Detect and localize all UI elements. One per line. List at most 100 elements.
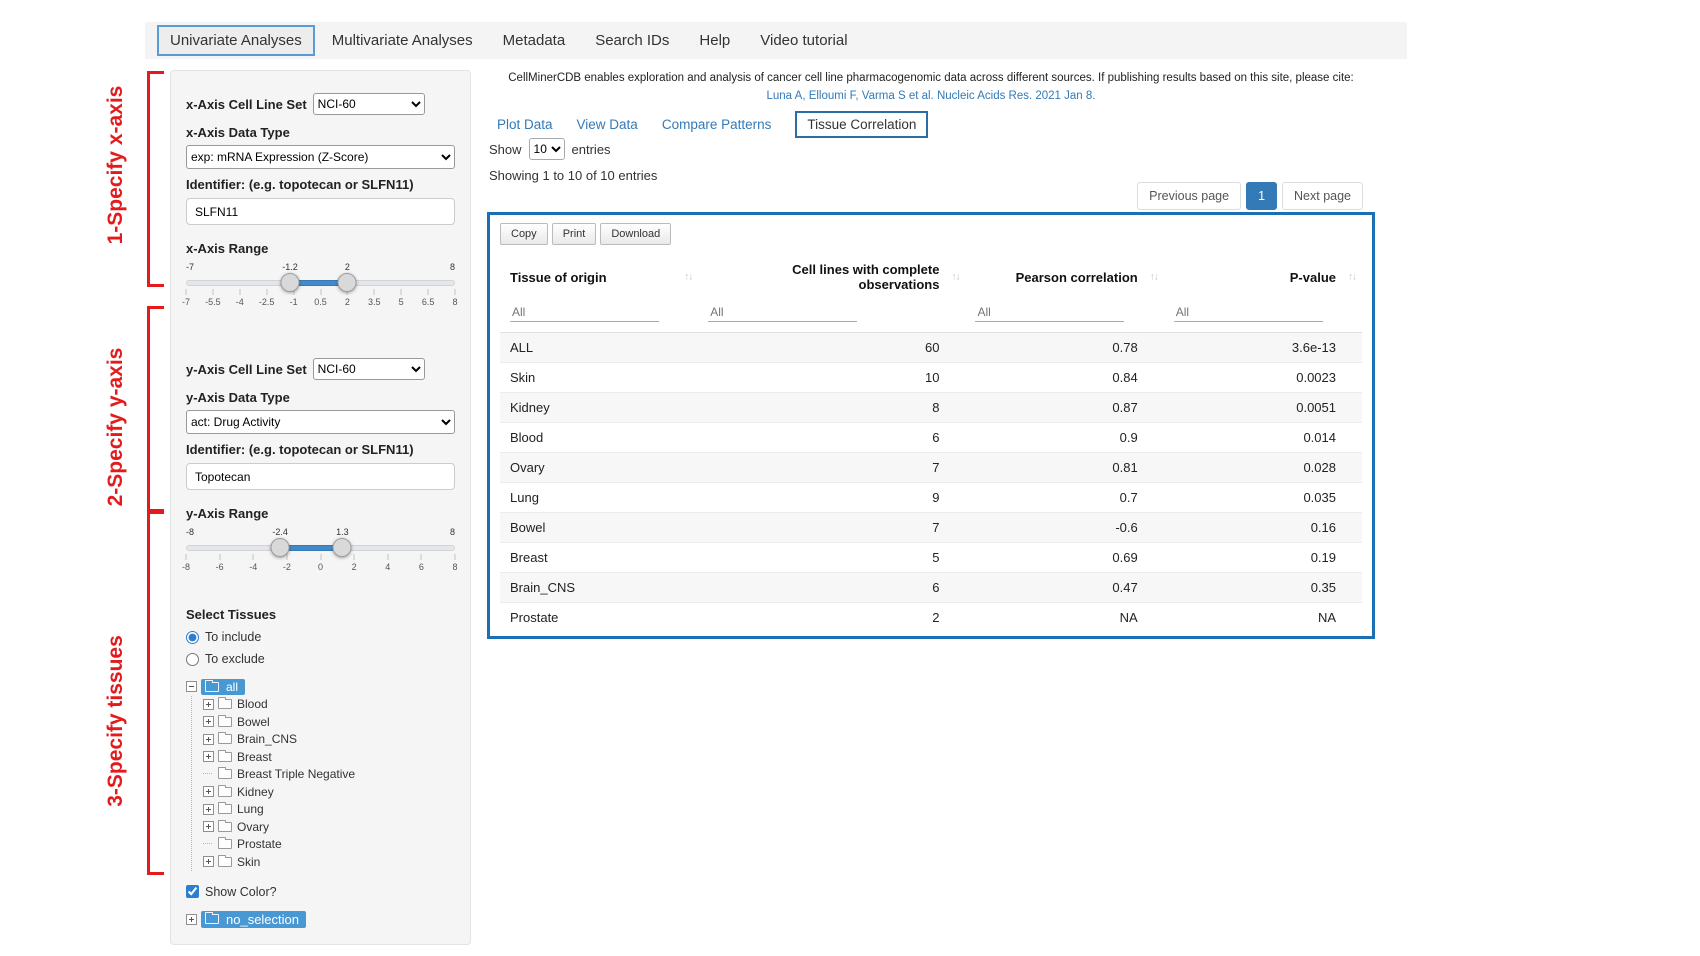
column-header-p-value[interactable]: P-value ↑↓ bbox=[1164, 253, 1362, 301]
to-exclude-option[interactable]: To exclude bbox=[186, 652, 455, 666]
y-cell-line-set-select[interactable]: NCI-60 bbox=[313, 358, 425, 380]
expand-icon[interactable] bbox=[203, 751, 214, 762]
tree-no-selection[interactable]: no_selection bbox=[186, 911, 455, 929]
sort-icon[interactable]: ↑↓ bbox=[951, 272, 959, 283]
cell-tissue: Breast bbox=[500, 543, 698, 573]
y-data-type-select[interactable]: act: Drug Activity bbox=[186, 410, 455, 434]
y-identifier-input[interactable] bbox=[186, 463, 455, 490]
filter-input-pearson-correlation[interactable] bbox=[975, 303, 1124, 322]
sort-icon[interactable]: ↑↓ bbox=[1348, 272, 1356, 283]
tree-root-chip[interactable]: all bbox=[201, 679, 245, 695]
expand-icon[interactable] bbox=[203, 716, 214, 727]
tree-item-breast[interactable]: Breast bbox=[203, 748, 455, 766]
expand-icon[interactable] bbox=[203, 804, 214, 815]
slider-from-label: -2.4 bbox=[272, 527, 288, 537]
table-row-kidney[interactable]: Kidney80.870.0051 bbox=[500, 393, 1362, 423]
nav-tab-search-ids[interactable]: Search IDs bbox=[582, 25, 682, 56]
slider-tick bbox=[374, 289, 375, 295]
cell-value: 7 bbox=[698, 453, 965, 483]
tree-item-bowel[interactable]: Bowel bbox=[203, 713, 455, 731]
next-page-button[interactable]: Next page bbox=[1282, 182, 1363, 210]
table-row-brain-cns[interactable]: Brain_CNS60.470.35 bbox=[500, 573, 1362, 603]
cell-value: 0.78 bbox=[965, 333, 1163, 363]
sort-icon[interactable]: ↑↓ bbox=[684, 272, 692, 283]
tree-item-prostate[interactable]: Prostate bbox=[203, 836, 455, 854]
tab-compare-patterns[interactable]: Compare Patterns bbox=[662, 117, 772, 132]
tree-item-kidney[interactable]: Kidney bbox=[203, 783, 455, 801]
tree-item-blood[interactable]: Blood bbox=[203, 696, 455, 714]
current-page-button[interactable]: 1 bbox=[1246, 182, 1277, 210]
slider-tick-label: -4 bbox=[249, 562, 257, 572]
copy-button[interactable]: Copy bbox=[500, 223, 548, 245]
tab-view-data[interactable]: View Data bbox=[577, 117, 638, 132]
slider-handle-from[interactable] bbox=[281, 273, 300, 292]
slider-tick-label: -6 bbox=[216, 562, 224, 572]
column-header-cell-lines-with-complete-observations[interactable]: Cell lines with complete observations↑↓ bbox=[698, 253, 965, 301]
cell-value: 60 bbox=[698, 333, 965, 363]
tab-tissue-correlation[interactable]: Tissue Correlation bbox=[795, 111, 928, 138]
y-axis-range-slider[interactable]: -88-2.41.3-8-6-4-202468 bbox=[186, 529, 455, 577]
expand-icon[interactable] bbox=[203, 786, 214, 797]
previous-page-button[interactable]: Previous page bbox=[1137, 182, 1241, 210]
table-row-prostate[interactable]: Prostate2NANA bbox=[500, 603, 1362, 633]
print-button[interactable]: Print bbox=[552, 223, 597, 245]
column-header-label: P-value bbox=[1290, 270, 1336, 285]
slider-tick-label: 8 bbox=[452, 297, 457, 307]
nav-tab-univariate-analyses[interactable]: Univariate Analyses bbox=[157, 25, 315, 56]
citation-link[interactable]: Luna A, Elloumi F, Varma S et al. Nuclei… bbox=[487, 90, 1375, 102]
tree-item-breast-triple-negative[interactable]: Breast Triple Negative bbox=[203, 766, 455, 784]
nav-tab-help[interactable]: Help bbox=[686, 25, 743, 56]
nav-tab-video-tutorial[interactable]: Video tutorial bbox=[747, 25, 860, 56]
slider-handle-to[interactable] bbox=[333, 538, 352, 557]
nav-tab-multivariate-analyses[interactable]: Multivariate Analyses bbox=[319, 25, 486, 56]
table-row-lung[interactable]: Lung90.70.035 bbox=[500, 483, 1362, 513]
expand-icon[interactable] bbox=[203, 734, 214, 745]
filter-input-p-value[interactable] bbox=[1174, 303, 1323, 322]
tree-item-lung[interactable]: Lung bbox=[203, 801, 455, 819]
slider-tick bbox=[421, 554, 422, 560]
tree-item-brain-cns[interactable]: Brain_CNS bbox=[203, 731, 455, 749]
expand-icon[interactable] bbox=[203, 821, 214, 832]
sort-icon[interactable]: ↑↓ bbox=[1150, 272, 1158, 283]
no-selection-label: no_selection bbox=[226, 912, 299, 927]
tree-item-skin[interactable]: Skin bbox=[203, 853, 455, 871]
expand-icon[interactable] bbox=[203, 856, 214, 867]
entries-select[interactable]: 10 bbox=[529, 138, 565, 160]
annotation-bracket-1 bbox=[147, 71, 164, 287]
slider-tick-label: 2 bbox=[345, 297, 350, 307]
filter-input-cell-lines-with-complete-observations[interactable] bbox=[708, 303, 857, 322]
nav-tab-metadata[interactable]: Metadata bbox=[490, 25, 579, 56]
show-color-option[interactable]: Show Color? bbox=[186, 885, 455, 899]
x-cell-line-set-select[interactable]: NCI-60 bbox=[313, 93, 425, 115]
x-cell-line-set-row: x-Axis Cell Line Set NCI-60 bbox=[186, 93, 455, 115]
show-color-checkbox[interactable] bbox=[186, 885, 199, 898]
to-include-radio[interactable] bbox=[186, 631, 199, 644]
column-header-tissue-of-origin[interactable]: Tissue of origin↑↓ bbox=[500, 253, 698, 301]
to-include-option[interactable]: To include bbox=[186, 630, 455, 644]
collapse-icon[interactable] bbox=[186, 681, 197, 692]
slider-handle-to[interactable] bbox=[338, 273, 357, 292]
table-row-ovary[interactable]: Ovary70.810.028 bbox=[500, 453, 1362, 483]
expand-icon[interactable] bbox=[186, 914, 197, 925]
tree-item-label: Brain_CNS bbox=[237, 732, 297, 746]
x-data-type-select[interactable]: exp: mRNA Expression (Z-Score) bbox=[186, 145, 455, 169]
table-row-blood[interactable]: Blood60.90.014 bbox=[500, 423, 1362, 453]
slider-tick-label: 0 bbox=[318, 562, 323, 572]
tab-plot-data[interactable]: Plot Data bbox=[497, 117, 553, 132]
download-button[interactable]: Download bbox=[600, 223, 671, 245]
x-axis-range-slider[interactable]: -78-1.22-7-5.5-4-2.5-10.523.556.58 bbox=[186, 264, 455, 312]
table-row-breast[interactable]: Breast50.690.19 bbox=[500, 543, 1362, 573]
table-row-bowel[interactable]: Bowel7-0.60.16 bbox=[500, 513, 1362, 543]
table-row-all[interactable]: ALL600.783.6e-13 bbox=[500, 333, 1362, 363]
no-selection-chip[interactable]: no_selection bbox=[201, 911, 306, 928]
column-header-pearson-correlation[interactable]: Pearson correlation↑↓ bbox=[965, 253, 1163, 301]
x-identifier-input[interactable] bbox=[186, 198, 455, 225]
to-exclude-radio[interactable] bbox=[186, 653, 199, 666]
expand-icon[interactable] bbox=[203, 699, 214, 710]
slider-handle-from[interactable] bbox=[271, 538, 290, 557]
filter-input-tissue-of-origin[interactable] bbox=[510, 303, 659, 322]
sidebar-panel: x-Axis Cell Line Set NCI-60 x-Axis Data … bbox=[170, 70, 471, 945]
tree-item-ovary[interactable]: Ovary bbox=[203, 818, 455, 836]
table-row-skin[interactable]: Skin100.840.0023 bbox=[500, 363, 1362, 393]
tree-root-all[interactable]: all bbox=[186, 678, 455, 696]
